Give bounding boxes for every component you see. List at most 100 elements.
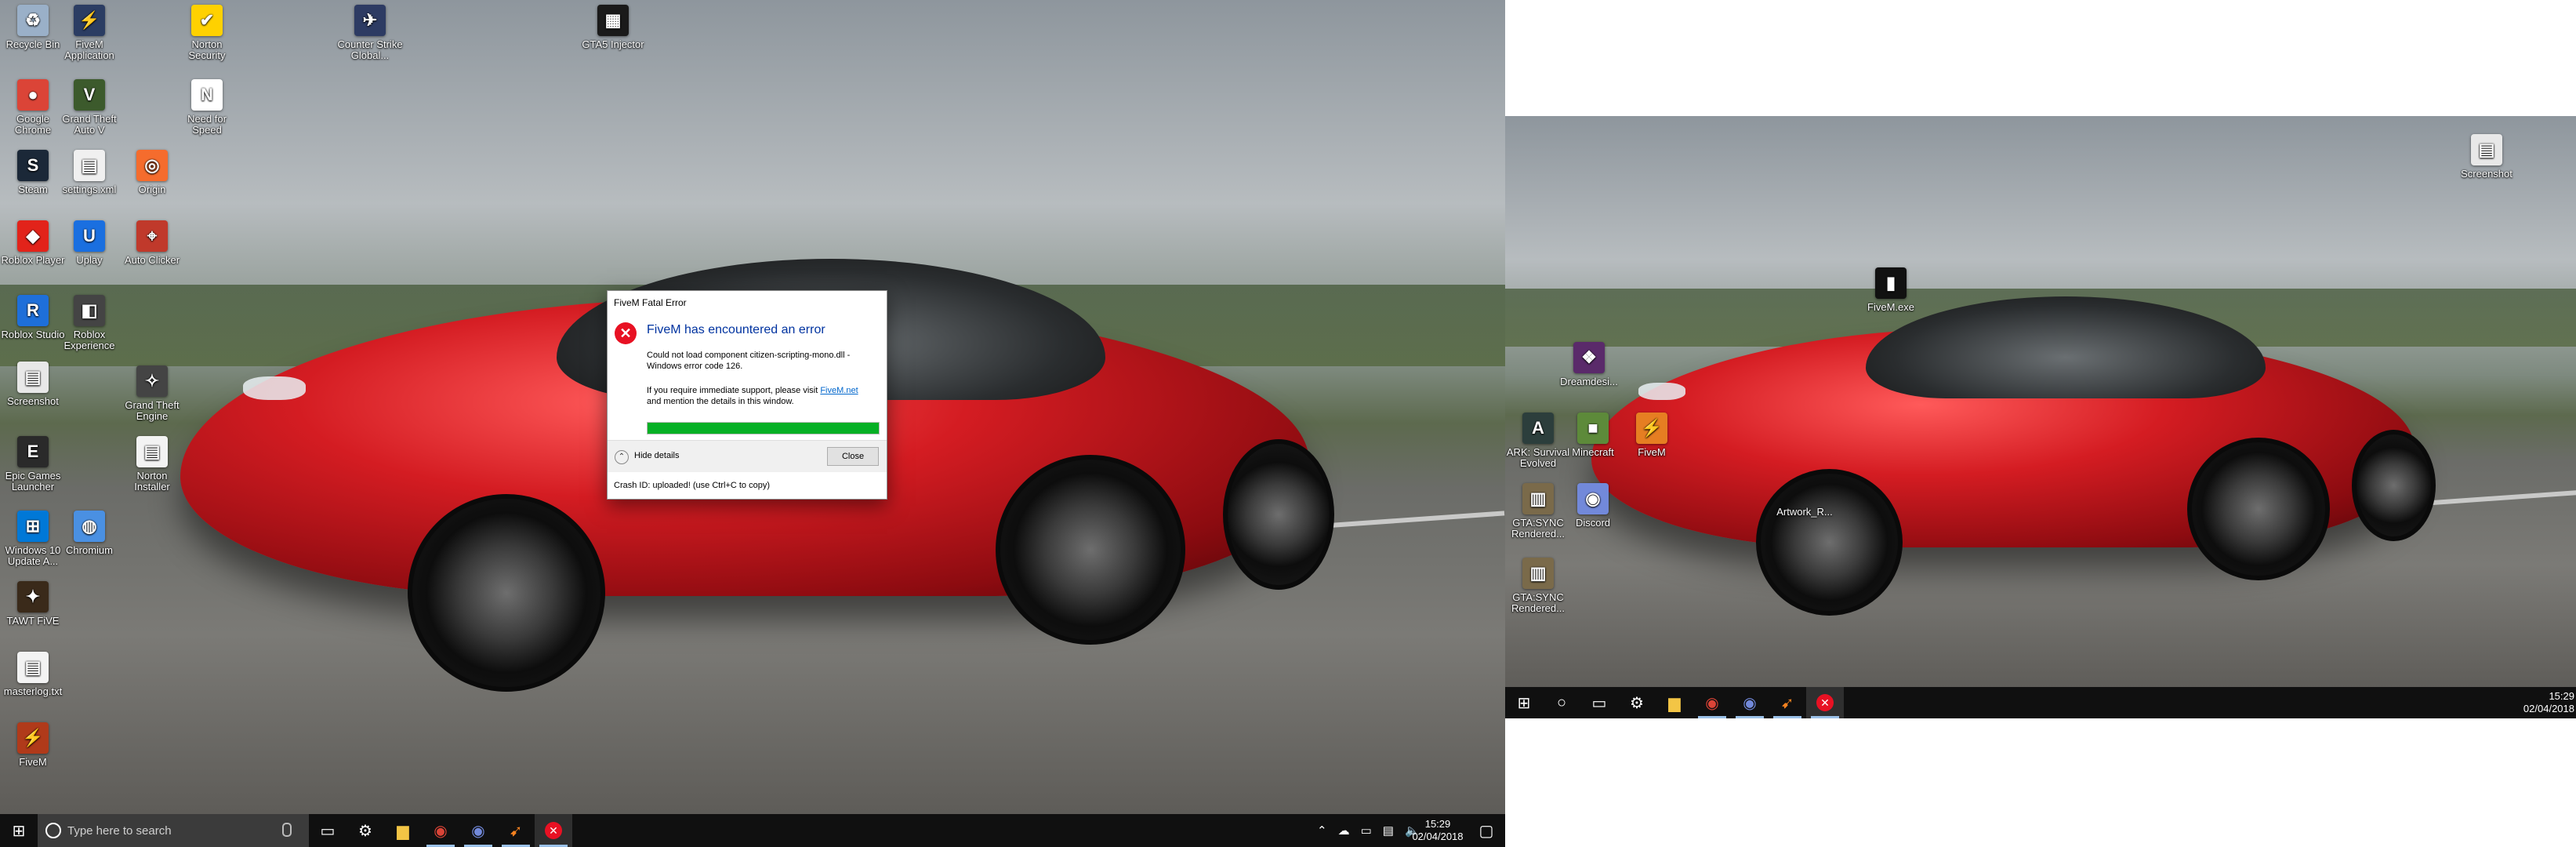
desktop-icon[interactable]: ⌖ Auto Clicker (119, 220, 185, 266)
origin-icon: ◎ (136, 150, 168, 181)
desktop-icon-label: masterlog.txt (3, 685, 63, 697)
desktop-icon-label: Epic Games Launcher (5, 470, 61, 493)
desktop-icon-label: Roblox Experience (63, 329, 115, 351)
settings-file-icon: ▤ (74, 150, 105, 181)
desktop-icon-label: FiveM (1638, 446, 1666, 458)
uplay-icon: U (74, 220, 105, 252)
desktop-icon[interactable]: U Uplay (56, 220, 122, 266)
roblox-experience-icon: ◧ (74, 295, 105, 326)
discord-taskbar-icon[interactable]: ◉ (1731, 687, 1769, 718)
cortana-icon (45, 823, 61, 838)
desktop-icon-label: settings.xml (62, 184, 117, 195)
right-desktop-wallpaper (1505, 116, 2576, 692)
discord-taskbar-icon[interactable]: ◉ (459, 814, 497, 847)
desktop-icon-label: Screenshot (7, 395, 59, 407)
desktop-icon-label: Grand Theft Auto V (62, 113, 117, 136)
epic-games-icon: E (17, 436, 49, 467)
desktop-icon[interactable]: ▤ Screenshot (0, 362, 66, 407)
file-explorer-icon[interactable]: ▆ (384, 814, 422, 847)
desktop-icon-label: FiveM (19, 756, 47, 768)
search-box[interactable]: Type here to search (38, 814, 309, 847)
desktop-icon[interactable]: ▤ settings.xml (56, 150, 122, 195)
desktop-icon[interactable]: ⚡ FiveM (1619, 413, 1685, 458)
chrome-taskbar-icon[interactable]: ◉ (1693, 687, 1731, 718)
clock[interactable]: 15:29 02/04/2018 (1406, 818, 1469, 843)
desktop-icon[interactable]: ◉ Discord (1560, 483, 1626, 529)
roblox-player-icon: ◆ (17, 220, 49, 252)
desktop-icon-label: Dreamdesi... (1560, 376, 1618, 387)
support-suffix: and mention the details in this window. (647, 397, 794, 406)
desktop-icon[interactable]: ▤ Screenshot (2454, 134, 2520, 180)
settings-gear-icon[interactable]: ⚙ (346, 814, 384, 847)
desktop-icon[interactable]: ▤ Norton Installer (119, 436, 185, 493)
fivem-app-icon: ▮ (1875, 267, 1907, 299)
chrome-taskbar-icon[interactable]: ◉ (422, 814, 459, 847)
desktop-icon[interactable]: ▤ masterlog.txt (0, 652, 66, 697)
desktop-icon-label: FiveM.exe (1867, 301, 1914, 313)
device-icon[interactable]: ▭ (1361, 823, 1372, 838)
close-button[interactable]: Close (827, 447, 879, 466)
desktop-icon[interactable]: ⚡ FiveM (0, 722, 66, 768)
cortana-icon[interactable]: ○ (1543, 687, 1580, 718)
action-center-icon[interactable]: ▢ (1468, 814, 1505, 847)
desktop-icon-label: GTA5 Injector (582, 38, 644, 50)
desktop-icon[interactable]: E Epic Games Launcher (0, 436, 66, 493)
windows-start-icon[interactable]: ⊞ (1505, 687, 1543, 718)
support-prefix: If you require immediate support, please… (647, 386, 821, 395)
dialog-title: FiveM Fatal Error (614, 297, 687, 308)
desktop-icon[interactable]: ◧ Roblox Experience (56, 295, 122, 351)
fivem-app-icon: ⚡ (74, 5, 105, 36)
desktop-icon[interactable]: N Need for Speed (174, 79, 240, 136)
chevron-up-icon[interactable]: ⌃ (1317, 823, 1327, 838)
desktop-icon[interactable]: ▦ GTA5 Injector (580, 5, 646, 50)
error-message: Could not load component citizen-scripti… (647, 351, 851, 371)
desktop-icon[interactable]: ⚡ FiveM Application (56, 5, 122, 61)
discord-icon: ◉ (1577, 483, 1609, 514)
clock-time: 15:29 (2549, 690, 2574, 702)
desktop-icon[interactable]: ✧ Grand Theft Engine (119, 365, 185, 422)
desktop-icon[interactable]: ✦ TAWT FiVE (0, 581, 66, 627)
settings-gear-icon[interactable]: ⚙ (1618, 687, 1656, 718)
clock-date: 02/04/2018 (1412, 831, 1464, 842)
desktop-icon-label: Origin (138, 184, 166, 195)
task-view-icon[interactable]: ▭ (309, 814, 346, 847)
desktop-icon[interactable]: ▮ FiveM.exe (1858, 267, 1924, 313)
fivem-taskbar-icon[interactable]: ➹ (1769, 687, 1806, 718)
chrome-icon: ● (17, 79, 49, 111)
desktop-icon[interactable]: ❖ Dreamdesi... (1556, 342, 1622, 387)
desktop-icon-label: Norton Installer (134, 470, 170, 493)
desktop-icon[interactable]: V Grand Theft Auto V (56, 79, 122, 136)
desktop-icon-label: TAWT FiVE (6, 615, 60, 627)
task-view-icon[interactable]: ▭ (1580, 687, 1618, 718)
desktop-icon-label: Chromium (66, 544, 113, 556)
desktop-icon[interactable]: ✔ Norton Security (174, 5, 240, 61)
network-icon[interactable]: ▤ (1383, 823, 1394, 838)
counter-strike-icon: ✈ (354, 5, 386, 36)
desktop-icon[interactable]: Artwork_R... (1772, 507, 1838, 518)
file-icon: ▤ (17, 362, 49, 393)
hide-details-toggle[interactable]: Hide details (634, 451, 679, 460)
fivem-error-taskbar-icon[interactable]: ✕ (535, 814, 572, 847)
fivem-error-dialog: FiveM Fatal Error ✕ FiveM has encountere… (607, 290, 887, 500)
windows-start-icon[interactable]: ⊞ (0, 814, 38, 847)
crash-id-text: Crash ID: uploaded! (use Ctrl+C to copy) (614, 481, 771, 490)
clock[interactable]: 15:29 02/04/2018 (2513, 690, 2574, 715)
desktop-icon[interactable]: ◍ Chromium (56, 511, 122, 556)
desktop-icon[interactable]: ✈ Counter Strike Global... (337, 5, 403, 61)
auto-clicker-icon: ⌖ (136, 220, 168, 252)
file-explorer-icon[interactable]: ▆ (1656, 687, 1693, 718)
desktop-icon[interactable]: ■ Minecraft (1560, 413, 1626, 458)
fivem-error-taskbar-icon[interactable]: ✕ (1806, 687, 1844, 718)
support-link[interactable]: FiveM.net (820, 386, 858, 395)
left-taskbar: ⊞ Type here to search ▭ ⚙ ▆ ◉ ◉ ➹ ✕ ⌃ ☁ … (0, 814, 1505, 847)
chevron-up-icon[interactable]: ⌃ (615, 450, 629, 464)
desktop-icon[interactable]: ▥ GTA:SYNC Rendered... (1505, 558, 1571, 614)
fivem-taskbar-icon[interactable]: ➹ (497, 814, 535, 847)
desktop-icon-label: Discord (1575, 517, 1611, 529)
desktop-icon-label: Uplay (76, 254, 103, 266)
onedrive-icon[interactable]: ☁ (1338, 823, 1350, 838)
roblox-studio-icon: R (17, 295, 49, 326)
microphone-icon[interactable] (282, 823, 292, 837)
fivem-icon: ⚡ (17, 722, 49, 754)
desktop-icon[interactable]: ◎ Origin (119, 150, 185, 195)
